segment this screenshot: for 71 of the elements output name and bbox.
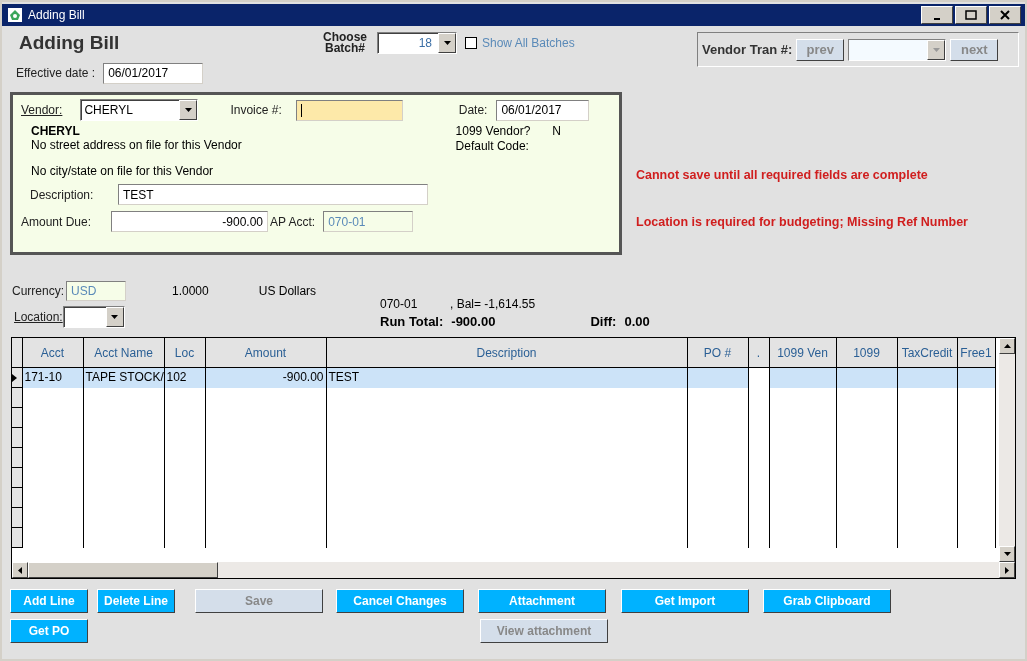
error-message: Cannot save until all required fields are complete [636,168,929,182]
vendor-label[interactable]: Vendor: [21,103,63,117]
minimize-button[interactable] [921,6,953,24]
close-icon [1000,10,1010,20]
column-header[interactable]: . [748,338,769,368]
diff-value: 0.00 [624,314,650,329]
scroll-down-icon [1003,552,1011,556]
location-label: Location: [14,310,63,324]
ap-acct-field[interactable]: 070-01 [323,211,414,232]
show-all-label: Show All Batches [482,36,575,50]
vendor-name: CHERYL [31,124,81,138]
dropdown-arrow-icon [111,315,119,319]
run-total-label: Run Total: [380,314,444,329]
column-header[interactable]: Description [326,338,687,368]
vendor-dropdown[interactable]: CHERYL [80,99,199,121]
ap-acct-label: AP Acct: [270,214,316,229]
city-text: No city/state on file for this Vendor [31,164,215,178]
table-row[interactable]: 171-10 TAPE STOCK/ 102 -900.00 TEST [12,367,995,388]
effective-date-label: Effective date : [16,66,96,80]
horizontal-scrollbar[interactable] [12,562,1015,578]
exchange-rate: 1.0000 [172,284,209,298]
scroll-left-icon [18,566,22,574]
currency-field[interactable]: USD [66,281,126,301]
column-header[interactable]: Loc [164,338,205,368]
vendor-1099-value: N [552,124,561,138]
description-label: Description: [30,187,95,202]
invoice-field[interactable] [295,99,403,121]
run-total-value: -900.00 [451,314,496,329]
batch-dropdown[interactable]: 18 [377,32,457,54]
batch-label: Choose Batch# [322,32,368,54]
window-title: Adding Bill [28,8,86,22]
column-header[interactable]: PO # [687,338,748,368]
dropdown-arrow-icon [443,41,451,45]
address-text: No street address on file for this Vendor [31,138,242,152]
currency-name: US Dollars [258,284,317,298]
maximize-button[interactable] [955,6,987,24]
amount-due-field[interactable]: -900.00 [111,211,268,232]
scroll-up-icon [1003,344,1011,348]
column-header[interactable]: Amount [205,338,326,368]
column-header[interactable]: Free1 [957,338,995,368]
dropdown-arrow-icon [184,108,192,112]
amount-due-label: Amount Due: [21,214,93,229]
vertical-scrollbar[interactable] [999,338,1015,562]
close-button[interactable] [989,6,1021,24]
page-title: Adding Bill [19,32,121,54]
show-all-checkbox[interactable] [465,37,477,49]
invoice-label: Invoice #: [230,103,282,117]
scroll-right-icon [1005,566,1009,574]
diff-label: Diff: [590,314,617,329]
account-number: 070-01 [380,297,419,311]
vendor-tran-dropdown[interactable] [848,38,947,61]
vendor-1099-label: 1099 Vendor? [455,124,531,138]
vendor-tran-label: Vendor Tran #: [702,42,793,57]
app-icon [8,8,22,22]
currency-label: Currency: [12,284,64,298]
location-dropdown[interactable] [62,306,125,328]
minimize-icon [934,18,940,20]
error-message: Location is required for budgeting; Missing Ref Number [636,215,968,229]
balance-text: , Bal= -1,614.55 [450,297,536,311]
effective-date-field[interactable]: 06/01/2017 [103,62,204,84]
column-header[interactable]: Acct Name [83,338,164,368]
column-header[interactable]: 1099 Ven [769,338,836,368]
default-code-label: Default Code: [455,139,530,154]
date-field[interactable]: 06/01/2017 [496,99,590,121]
column-header[interactable]: 1099 [836,338,897,368]
date-label: Date: [458,103,488,117]
description-field[interactable]: TEST [118,184,428,205]
column-header[interactable]: TaxCredit [897,338,957,368]
column-header[interactable]: Acct [22,338,83,368]
maximize-icon [965,10,977,20]
dropdown-arrow-icon [932,47,940,52]
